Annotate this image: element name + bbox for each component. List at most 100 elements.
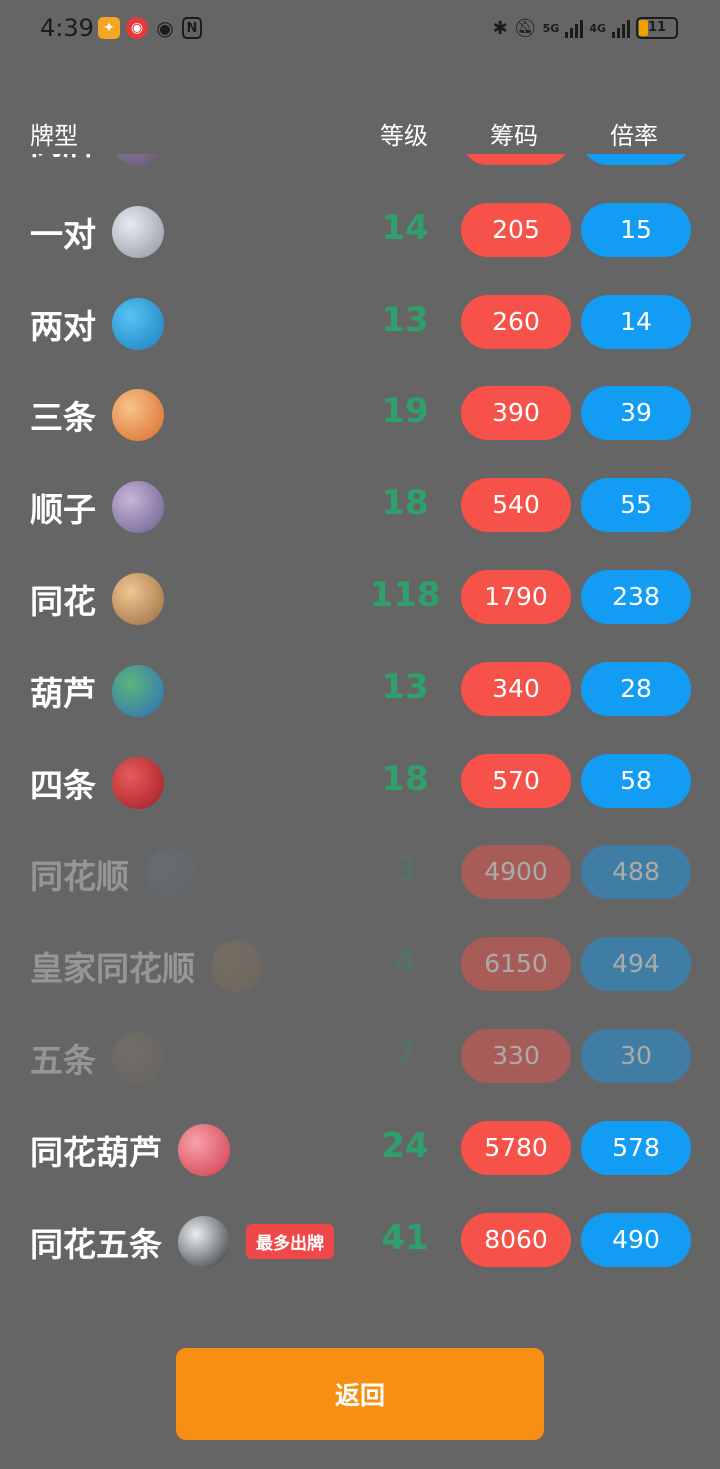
mult-pill: 14	[581, 294, 691, 349]
orange-planet-icon	[112, 389, 164, 442]
mult-pill: 578	[581, 1120, 691, 1175]
chips-pill: 135	[461, 154, 571, 165]
status-time: 4:39	[40, 14, 94, 42]
hand-level: 7	[393, 1033, 417, 1074]
jupiter-icon	[112, 572, 164, 625]
mult-pill: 490	[581, 1212, 691, 1267]
moon-icon	[112, 205, 164, 258]
signal-icon	[565, 18, 584, 38]
mult-pill: 14	[581, 154, 691, 165]
chips-pill: 390	[461, 386, 571, 441]
hand-type: 四条	[30, 756, 164, 809]
hand-name: 皇家同花顺	[30, 949, 195, 989]
list-item: 一对 14 205 15	[0, 184, 720, 276]
network-label-1: 5G	[542, 21, 560, 35]
hand-type: 葫芦	[30, 664, 164, 717]
hand-type: 五条	[30, 1031, 164, 1084]
list-item: 皇家同花顺 4 6150 494	[0, 918, 720, 1010]
mult-pill: 30	[581, 1028, 691, 1083]
hand-name: 同花	[30, 581, 96, 621]
hand-level: 13	[381, 666, 429, 707]
hand-name: 同花葫芦	[30, 1132, 162, 1172]
chips-pill: 260	[461, 294, 571, 349]
hand-level: 3	[393, 850, 417, 891]
list-item: 高牌 14 135 14	[0, 154, 720, 184]
red-planet-icon	[112, 756, 164, 809]
battery-icon: 11	[636, 17, 678, 39]
mult-pill: 494	[581, 937, 691, 992]
hand-type: 同花葫芦	[30, 1123, 230, 1176]
cratered-planet-icon	[112, 1031, 164, 1084]
hand-type: 同花	[30, 572, 164, 625]
chips-pill: 8060	[461, 1212, 571, 1267]
list-item: 同花 118 1790 238	[0, 551, 720, 643]
hand-type: 同花顺	[30, 848, 197, 901]
golden-planet-icon	[211, 940, 263, 993]
hand-name: 三条	[30, 398, 96, 438]
hand-type: 顺子	[30, 481, 164, 534]
status-right-icons: ✱ 🔕︎ 5G 4G 11	[493, 17, 678, 39]
hand-level: 18	[381, 758, 429, 799]
weibo-icon: ◉	[126, 17, 148, 39]
mult-pill: 488	[581, 845, 691, 900]
hand-type: 一对	[30, 205, 164, 258]
blue-planet-icon	[145, 848, 197, 901]
chips-pill: 330	[461, 1028, 571, 1083]
mult-pill: 15	[581, 202, 691, 257]
hand-level: 14	[381, 207, 429, 248]
list-item: 葫芦 13 340 28	[0, 643, 720, 735]
bluetooth-icon: ✱	[492, 17, 508, 39]
hand-name: 四条	[30, 765, 96, 805]
earth-icon	[112, 664, 164, 717]
hand-name: 五条	[30, 1040, 96, 1080]
hand-level: 24	[381, 1125, 429, 1166]
mult-pill: 58	[581, 753, 691, 808]
list-item: 顺子 18 540 55	[0, 459, 720, 551]
eye-icon: ◉	[156, 16, 174, 40]
hand-name: 同花顺	[30, 857, 129, 897]
signal-icon	[612, 18, 630, 38]
hand-name: 同花五条	[30, 1224, 162, 1264]
table-header: 牌型 等级 筹码 倍率	[0, 116, 720, 152]
chips-pill: 6150	[461, 937, 571, 992]
hand-level: 14	[360, 154, 450, 156]
list-item: 同花顺 3 4900 488	[0, 826, 720, 918]
list-item: 四条 18 570 58	[0, 735, 720, 827]
status-left-icons: ✦ ◉ ◉ N	[98, 16, 202, 40]
hand-level: 4	[393, 942, 417, 983]
hand-list[interactable]: 高牌1413514一对1420515两对1326014三条1939039顺子18…	[0, 154, 720, 1314]
purple-planet-icon	[112, 154, 164, 166]
list-item: 两对 13 260 14	[0, 276, 720, 368]
list-item: 同花五条 最多出牌 41 8060 490	[0, 1194, 720, 1286]
mult-pill: 39	[581, 386, 691, 441]
hand-name: 葫芦	[30, 673, 96, 713]
hand-level: 19	[381, 391, 429, 432]
hand-type: 同花五条 最多出牌	[30, 1215, 334, 1268]
header-level: 等级	[380, 122, 428, 150]
hand-type: 皇家同花顺	[30, 940, 263, 993]
ringed-blue-planet-icon	[112, 297, 164, 350]
mult-pill: 28	[581, 661, 691, 716]
chips-pill: 205	[461, 202, 571, 257]
ringed-purple-planet-icon	[112, 481, 164, 534]
hand-type: 两对	[30, 297, 164, 350]
mult-pill: 238	[581, 569, 691, 624]
list-item: 同花葫芦 24 5780 578	[0, 1102, 720, 1194]
chips-pill: 1790	[461, 569, 571, 624]
header-chips: 筹码	[490, 122, 538, 150]
list-item: 三条 19 390 39	[0, 367, 720, 459]
hand-name: 高牌	[30, 154, 96, 164]
hand-name: 两对	[30, 306, 96, 346]
app-icon: ✦	[98, 17, 120, 39]
chips-pill: 5780	[461, 1120, 571, 1175]
chips-pill: 340	[461, 661, 571, 716]
back-button[interactable]: 返回	[176, 1348, 544, 1440]
list-item: 五条 7 330 30	[0, 1010, 720, 1102]
header-type: 牌型	[30, 122, 78, 150]
hand-level: 18	[381, 483, 429, 524]
chips-pill: 540	[461, 478, 571, 533]
nfc-icon: N	[182, 17, 202, 39]
mult-pill: 55	[581, 478, 691, 533]
pink-striped-planet-icon	[178, 1123, 230, 1176]
hand-level: 118	[369, 574, 441, 615]
